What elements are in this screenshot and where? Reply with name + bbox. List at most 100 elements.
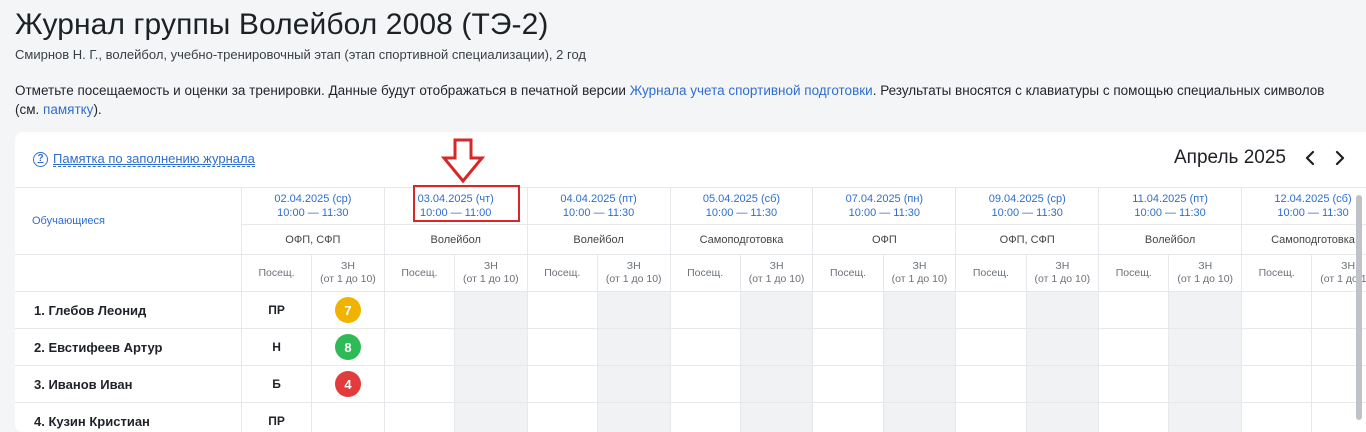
page-title: Журнал группы Волейбол 2008 (ТЭ-2) — [15, 8, 549, 42]
grade-badge: 4 — [335, 371, 361, 397]
memo-inline-link[interactable]: памятку — [43, 102, 93, 117]
attendance-cell[interactable] — [1099, 329, 1169, 366]
grade-cell[interactable] — [1026, 292, 1099, 329]
grade-header-label: ЗН — [312, 260, 384, 273]
grade-cell[interactable] — [883, 366, 956, 403]
session-time: 10:00 — 11:30 — [528, 206, 670, 220]
grade-header-label: ЗН — [741, 260, 813, 273]
students-column-header: Обучающиеся — [15, 188, 241, 255]
attendance-cell[interactable] — [670, 403, 740, 432]
grade-cell[interactable] — [597, 403, 670, 432]
attendance-cell[interactable] — [813, 403, 883, 432]
grade-cell[interactable] — [597, 292, 670, 329]
attendance-cell[interactable] — [384, 403, 454, 432]
grade-cell[interactable] — [1026, 403, 1099, 432]
session-date-header[interactable]: 05.04.2025 (сб)10:00 — 11:30 — [670, 188, 813, 225]
grade-cell[interactable] — [455, 329, 528, 366]
prev-month-button[interactable] — [1299, 146, 1321, 170]
grade-cell[interactable] — [597, 366, 670, 403]
attendance-cell[interactable] — [527, 292, 597, 329]
session-date-header[interactable]: 07.04.2025 (пн)10:00 — 11:30 — [813, 188, 956, 225]
grade-cell[interactable] — [312, 403, 385, 432]
grade-cell[interactable] — [740, 292, 813, 329]
attendance-cell[interactable] — [956, 329, 1026, 366]
memo-link[interactable]: ? Памятка по заполнению журнала — [33, 151, 255, 167]
attendance-cell[interactable] — [527, 366, 597, 403]
session-type: Волейбол — [1099, 225, 1242, 255]
attendance-cell[interactable] — [956, 366, 1026, 403]
attendance-cell[interactable]: Н — [241, 329, 311, 366]
grade-header-range: (от 1 до 10) — [598, 273, 670, 286]
session-type: ОФП — [813, 225, 956, 255]
grade-cell[interactable] — [1169, 292, 1242, 329]
session-date-header[interactable]: 02.04.2025 (ср)10:00 — 11:30 — [241, 188, 384, 225]
session-date: 04.04.2025 (пт) — [528, 192, 670, 206]
attendance-cell[interactable] — [1242, 329, 1312, 366]
chevron-right-icon — [1335, 151, 1345, 165]
session-type: Самоподготовка — [670, 225, 813, 255]
attendance-cell[interactable]: Б — [241, 366, 311, 403]
down-arrow-outline-icon — [440, 138, 486, 184]
grade-cell[interactable] — [740, 403, 813, 432]
session-date-header[interactable]: 09.04.2025 (ср)10:00 — 11:30 — [956, 188, 1099, 225]
grade-header-label: ЗН — [1169, 260, 1241, 273]
journal-card: ? Памятка по заполнению журнала Апрель 2… — [15, 132, 1366, 432]
session-date-header[interactable]: 04.04.2025 (пт)10:00 — 11:30 — [527, 188, 670, 225]
attendance-cell[interactable] — [956, 403, 1026, 432]
grade-cell[interactable] — [455, 403, 528, 432]
grade-cell[interactable] — [740, 366, 813, 403]
attendance-cell[interactable] — [1099, 403, 1169, 432]
attendance-cell[interactable] — [670, 366, 740, 403]
vertical-scrollbar[interactable] — [1356, 195, 1362, 420]
attendance-cell[interactable] — [1099, 366, 1169, 403]
attendance-cell[interactable] — [384, 329, 454, 366]
grade-cell[interactable]: 7 — [312, 292, 385, 329]
grade-cell[interactable] — [455, 292, 528, 329]
attendance-cell[interactable]: ПР — [241, 292, 311, 329]
attendance-cell[interactable] — [1099, 292, 1169, 329]
session-date-header[interactable]: 12.04.2025 (сб)10:00 — 11:30 — [1242, 188, 1366, 225]
memo-link-label: Памятка по заполнению журнала — [53, 151, 255, 167]
attendance-cell[interactable] — [384, 292, 454, 329]
attendance-cell[interactable] — [813, 329, 883, 366]
next-month-button[interactable] — [1329, 146, 1351, 170]
grade-column-header: ЗН(от 1 до 10) — [740, 255, 813, 292]
grade-cell[interactable] — [883, 403, 956, 432]
attendance-cell[interactable]: ПР — [241, 403, 311, 432]
session-date: 11.04.2025 (пт) — [1099, 192, 1241, 206]
attendance-cell[interactable] — [670, 292, 740, 329]
attendance-cell[interactable] — [1242, 292, 1312, 329]
sport-journal-link[interactable]: Журнала учета спортивной подготовки — [630, 83, 873, 98]
grade-cell[interactable] — [740, 329, 813, 366]
attendance-cell[interactable] — [1242, 403, 1312, 432]
attendance-cell[interactable] — [813, 292, 883, 329]
grade-cell[interactable]: 4 — [312, 366, 385, 403]
attendance-cell[interactable] — [813, 366, 883, 403]
attendance-cell[interactable] — [527, 329, 597, 366]
session-time: 10:00 — 11:30 — [956, 206, 1098, 220]
grade-header-range: (от 1 до 10) — [312, 273, 384, 286]
grade-cell[interactable]: 8 — [312, 329, 385, 366]
grade-header-range: (от 1 до 10) — [455, 273, 527, 286]
grade-cell[interactable] — [1169, 329, 1242, 366]
grade-cell[interactable] — [597, 329, 670, 366]
attendance-cell[interactable] — [1242, 366, 1312, 403]
grade-cell[interactable] — [1169, 403, 1242, 432]
attendance-column-header: Посещ. — [241, 255, 311, 292]
attendance-column-header: Посещ. — [384, 255, 454, 292]
students-header-blank — [15, 255, 241, 292]
session-date-header[interactable]: 11.04.2025 (пт)10:00 — 11:30 — [1099, 188, 1242, 225]
grade-cell[interactable] — [1026, 329, 1099, 366]
grade-cell[interactable] — [1026, 366, 1099, 403]
grade-cell[interactable] — [883, 292, 956, 329]
attendance-cell[interactable] — [527, 403, 597, 432]
month-label: Апрель 2025 — [1174, 147, 1286, 169]
session-time: 10:00 — 11:30 — [671, 206, 813, 220]
grade-cell[interactable] — [455, 366, 528, 403]
attendance-column-header: Посещ. — [670, 255, 740, 292]
attendance-cell[interactable] — [956, 292, 1026, 329]
attendance-cell[interactable] — [670, 329, 740, 366]
grade-cell[interactable] — [1169, 366, 1242, 403]
grade-cell[interactable] — [883, 329, 956, 366]
attendance-cell[interactable] — [384, 366, 454, 403]
